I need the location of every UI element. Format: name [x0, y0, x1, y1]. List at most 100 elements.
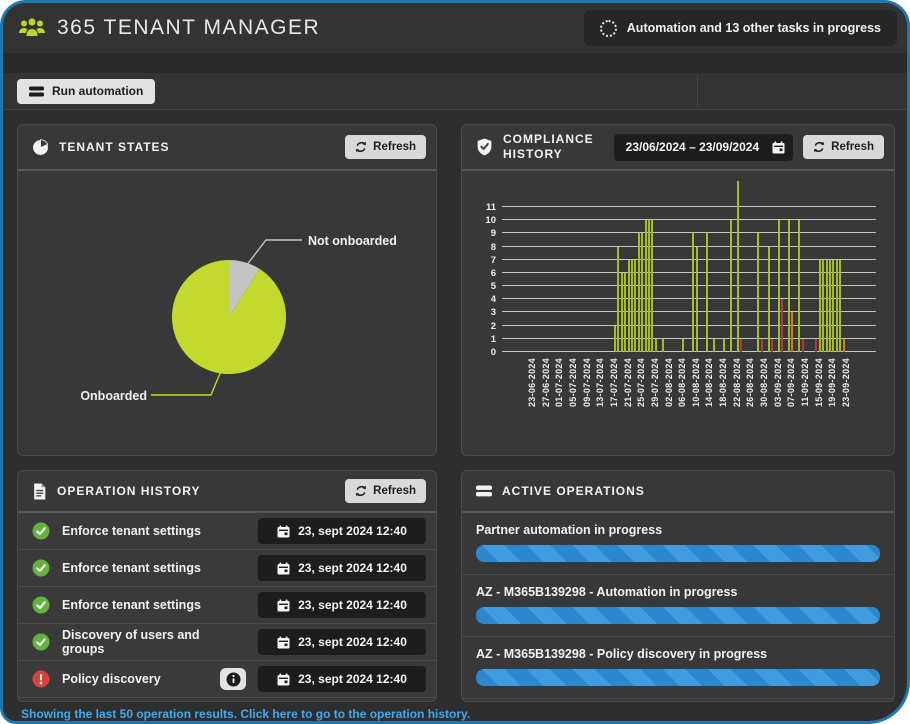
bar-31-08-2024: [768, 247, 770, 352]
compliance-history-header: COMPLIANCE HISTORY 23/06/2024 – 23/09/20…: [462, 125, 894, 171]
bar-15-08-2024: [713, 339, 715, 352]
tenant-states-title: TENANT STATES: [59, 140, 170, 154]
compliance-chart: 01234567891011 23-06-202427-06-202401-07…: [462, 171, 894, 455]
bar-23-08-2024: [740, 339, 742, 352]
operation-timestamp-text: 23, sept 2024 12:40: [298, 598, 407, 612]
bar-19-07-2024: [621, 273, 623, 352]
bar-14-09-2024: [815, 339, 817, 352]
operation-history-title: OPERATION HISTORY: [57, 484, 200, 498]
operation-label: Policy discovery: [62, 672, 161, 686]
compliance-chart-plot: 01234567891011: [502, 207, 876, 352]
app-window: 365 TENANT MANAGER Automation and 13 oth…: [0, 0, 910, 724]
bar-29-08-2024: [761, 339, 763, 352]
bar-01-09-2024: [771, 339, 773, 352]
active-operation-item: Partner automation in progress: [462, 513, 894, 575]
operation-history-rows: Enforce tenant settings 23, sept 2024 12:…: [18, 513, 436, 701]
onboarded-callout-line: [151, 371, 221, 395]
calendar-icon: [772, 141, 785, 154]
bar-03-09-2024: [778, 220, 780, 352]
compliance-title-line2: HISTORY: [503, 147, 563, 161]
calendar-icon: [277, 673, 290, 686]
date-range-picker[interactable]: 23/06/2024 – 23/09/2024: [614, 134, 794, 161]
status-error-icon: [32, 670, 50, 688]
not-onboarded-callout-line: [246, 240, 302, 266]
bar-31-07-2024: [662, 339, 664, 352]
compliance-refresh-button[interactable]: Refresh: [803, 135, 884, 159]
compliance-history-panel: COMPLIANCE HISTORY 23/06/2024 – 23/09/20…: [461, 124, 895, 456]
screen: 365 TENANT MANAGER Automation and 13 oth…: [0, 0, 910, 724]
info-icon: [226, 672, 241, 687]
xtick-06-08-2024: 06-08-2024: [677, 358, 687, 407]
list-icon: [29, 86, 44, 97]
operation-history-link[interactable]: Showing the last 50 operation results. C…: [21, 707, 907, 721]
operation-timestamp: 23, sept 2024 12:40: [258, 592, 426, 618]
bar-10-08-2024: [696, 247, 698, 352]
bar-21-09-2024: [839, 260, 841, 352]
xtick-02-08-2024: 02-08-2024: [664, 358, 674, 407]
compliance-title-line1: COMPLIANCE: [503, 132, 594, 146]
tasks-banner-text: Automation and 13 other tasks in progres…: [627, 21, 881, 35]
pie-slice-onboarded: [172, 260, 286, 374]
xtick-01-07-2024: 01-07-2024: [554, 358, 564, 407]
refresh-icon: [355, 141, 367, 153]
xtick-03-09-2024: 03-09-2024: [773, 358, 783, 407]
bar-06-08-2024: [682, 339, 684, 352]
status-success-icon: [32, 596, 50, 614]
operation-timestamp-text: 23, sept 2024 12:40: [298, 524, 407, 538]
operation-timestamp: 23, sept 2024 12:40: [258, 666, 426, 692]
ytick-11: 11: [478, 202, 496, 213]
xtick-13-07-2024: 13-07-2024: [595, 358, 605, 407]
xtick-11-09-2024: 11-09-2024: [800, 358, 810, 407]
bar-22-08-2024: [737, 181, 739, 352]
active-operation-item: AZ - M365B139298 - Policy discovery in p…: [462, 637, 894, 699]
operation-timestamp: 23, sept 2024 12:40: [258, 629, 426, 655]
bar-18-08-2024: [723, 339, 725, 352]
xtick-10-08-2024: 10-08-2024: [691, 358, 701, 407]
operation-history-refresh-button[interactable]: Refresh: [345, 479, 426, 503]
xtick-30-08-2024: 30-08-2024: [759, 358, 769, 407]
ytick-3: 3: [478, 307, 496, 318]
bar-28-07-2024: [651, 220, 653, 352]
compliance-chart-xaxis: 23-06-202427-06-202401-07-202405-07-2024…: [502, 352, 876, 428]
operation-label: Enforce tenant settings: [62, 598, 201, 612]
operation-row: Enforce tenant settings23, sept 2024 12:…: [18, 550, 436, 587]
operation-label: Discovery of users and groups: [62, 628, 234, 656]
ytick-1: 1: [478, 334, 496, 345]
onboarded-label: Onboarded: [80, 389, 147, 403]
bar-28-08-2024: [757, 233, 759, 352]
xtick-18-08-2024: 18-08-2024: [718, 358, 728, 407]
bar-04-09-2024: [781, 299, 783, 352]
active-operation-label: AZ - M365B139298 - Policy discovery in p…: [476, 647, 880, 661]
ytick-7: 7: [478, 255, 496, 266]
operation-row: Enforce tenant settings23, sept 2024 12:…: [18, 513, 436, 550]
bar-13-08-2024: [706, 233, 708, 352]
compliance-history-title: COMPLIANCE HISTORY: [503, 132, 594, 162]
active-operations-panel: ACTIVE OPERATIONS Partner automation in …: [461, 470, 895, 702]
bar-07-09-2024: [791, 312, 793, 352]
calendar-icon: [277, 636, 290, 649]
ytick-4: 4: [478, 294, 496, 305]
pie-chart-icon: [32, 139, 49, 156]
progress-bar: [476, 607, 880, 624]
bar-06-09-2024: [788, 220, 790, 352]
list-icon: [476, 485, 492, 497]
operation-history-panel: OPERATION HISTORY Refresh: [17, 470, 437, 702]
xtick-26-08-2024: 26-08-2024: [745, 358, 755, 407]
bar-20-08-2024: [730, 220, 732, 352]
tenant-states-refresh-button[interactable]: Refresh: [345, 135, 426, 159]
run-automation-button[interactable]: Run automation: [17, 79, 155, 104]
bar-20-09-2024: [836, 260, 838, 352]
progress-bar: [476, 545, 880, 562]
bar-18-07-2024: [617, 247, 619, 352]
date-range-value: 23/06/2024 – 23/09/2024: [626, 140, 765, 154]
tenant-states-panel: TENANT STATES Refresh: [17, 124, 437, 456]
ytick-2: 2: [478, 321, 496, 332]
bar-23-07-2024: [634, 260, 636, 352]
operation-info-button[interactable]: [220, 668, 246, 690]
bar-25-07-2024: [641, 233, 643, 352]
bar-29-07-2024: [655, 339, 657, 352]
tasks-in-progress-banner[interactable]: Automation and 13 other tasks in progres…: [584, 10, 897, 46]
bar-09-08-2024: [692, 233, 694, 352]
operation-history-header: OPERATION HISTORY Refresh: [18, 471, 436, 513]
active-operation-label: Partner automation in progress: [476, 523, 880, 537]
